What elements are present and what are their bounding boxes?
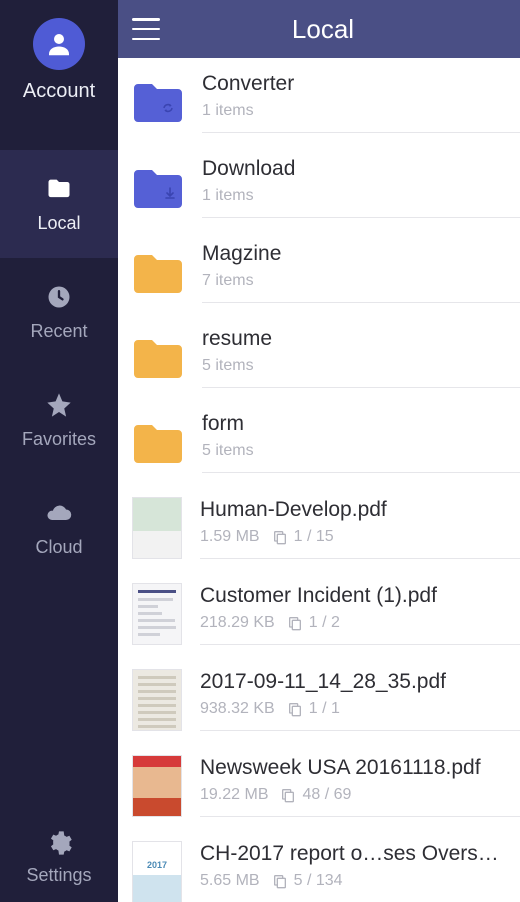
gear-icon — [45, 829, 73, 857]
account-label: Account — [23, 80, 95, 103]
file-pages: 1 / 1 — [287, 700, 340, 718]
cloud-icon — [45, 499, 73, 527]
file-size: 5.65 MB — [200, 872, 260, 890]
sidebar-item-recent[interactable]: Recent — [0, 258, 118, 366]
folder-items-count: 5 items — [202, 442, 520, 460]
file-pages: 1 / 15 — [272, 528, 334, 546]
folder-name: resume — [202, 327, 502, 351]
file-size: 1.59 MB — [200, 528, 260, 546]
folder-items-count: 5 items — [202, 357, 520, 375]
file-size: 19.22 MB — [200, 786, 268, 804]
sidebar-item-cloud[interactable]: Cloud — [0, 474, 118, 582]
file-name: Newsweek USA 20161118.pdf — [200, 756, 500, 780]
folder-name: Magzine — [202, 242, 502, 266]
file-size: 938.32 KB — [200, 700, 275, 718]
file-name: 2017-09-11_14_28_35.pdf — [200, 670, 500, 694]
header: Local — [118, 0, 520, 58]
account-section[interactable]: Account — [0, 0, 118, 150]
user-icon — [44, 29, 74, 59]
file-pages: 1 / 2 — [287, 614, 340, 632]
folder-items-count: 1 items — [202, 102, 520, 120]
folder-icon — [45, 175, 73, 203]
folder-row[interactable]: Converter 1 items — [118, 58, 520, 145]
star-icon — [45, 391, 73, 419]
clock-icon — [45, 283, 73, 311]
folder-row[interactable]: Download 1 items — [118, 145, 520, 230]
file-name: CH-2017 report o…ses Overseas — [200, 842, 500, 866]
sidebar-item-label: Recent — [30, 321, 87, 342]
folder-icon — [132, 336, 184, 380]
file-pages: 48 / 69 — [280, 786, 351, 804]
file-row[interactable]: Newsweek USA 20161118.pdf 19.22 MB 48 / … — [118, 743, 520, 829]
sidebar-item-favorites[interactable]: Favorites — [0, 366, 118, 474]
folder-items-count: 7 items — [202, 272, 520, 290]
settings-label: Settings — [26, 865, 91, 886]
file-size: 218.29 KB — [200, 614, 275, 632]
main: Local Converter 1 items Download 1 items… — [118, 0, 520, 902]
folder-row[interactable]: form 5 items — [118, 400, 520, 485]
folder-name: Download — [202, 157, 502, 181]
folder-icon — [132, 166, 184, 210]
file-pages: 5 / 134 — [272, 872, 343, 890]
folder-name: Converter — [202, 72, 502, 96]
sidebar: Account Local Recent Favorites Cloud Set… — [0, 0, 118, 902]
folder-row[interactable]: resume 5 items — [118, 315, 520, 400]
file-list[interactable]: Converter 1 items Download 1 items Magzi… — [118, 58, 520, 902]
file-row[interactable]: 2017 CH-2017 report o…ses Overseas 5.65 … — [118, 829, 520, 902]
folder-icon — [132, 421, 184, 465]
sidebar-item-label: Local — [37, 213, 80, 234]
sidebar-item-label: Cloud — [35, 537, 82, 558]
page-title: Local — [160, 14, 506, 45]
sidebar-item-settings[interactable]: Settings — [0, 812, 118, 902]
sidebar-item-local[interactable]: Local — [0, 150, 118, 258]
sidebar-item-label: Favorites — [22, 429, 96, 450]
folder-items-count: 1 items — [202, 187, 520, 205]
file-row[interactable]: Human-Develop.pdf 1.59 MB 1 / 15 — [118, 485, 520, 571]
file-name: Human-Develop.pdf — [200, 498, 500, 522]
folder-icon — [132, 80, 184, 124]
file-row[interactable]: 2017-09-11_14_28_35.pdf 938.32 KB 1 / 1 — [118, 657, 520, 743]
folder-icon — [132, 251, 184, 295]
file-name: Customer Incident (1).pdf — [200, 584, 500, 608]
file-row[interactable]: Customer Incident (1).pdf 218.29 KB 1 / … — [118, 571, 520, 657]
folder-name: form — [202, 412, 502, 436]
folder-row[interactable]: Magzine 7 items — [118, 230, 520, 315]
menu-icon[interactable] — [132, 18, 160, 40]
avatar — [33, 18, 85, 70]
